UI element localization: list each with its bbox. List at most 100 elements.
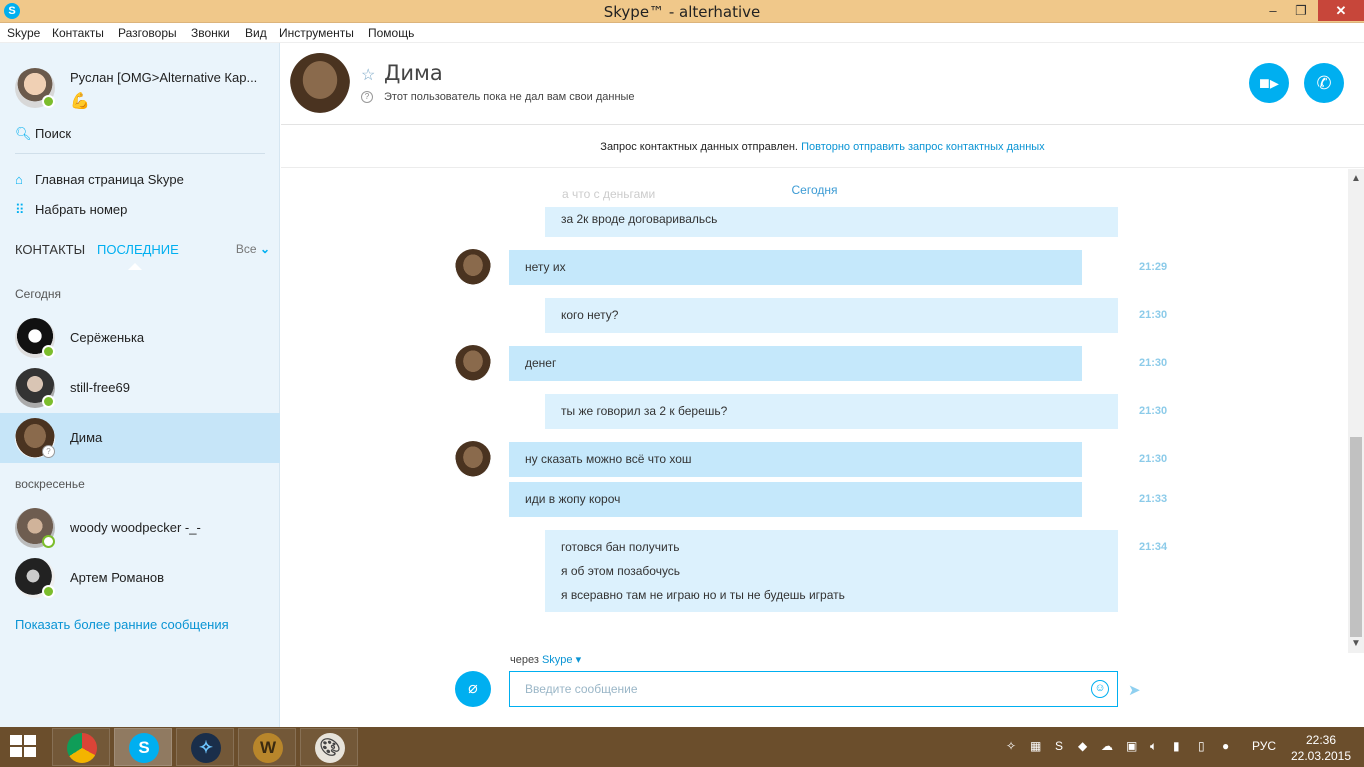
sender-avatar[interactable]	[455, 345, 491, 381]
contact-name: still-free69	[70, 380, 130, 395]
message-bubble-out[interactable]: кого нету?	[545, 298, 1118, 333]
menu-conversations[interactable]: Разговоры	[118, 26, 177, 40]
message-text: я всеравно там не играю но и ты не будеш…	[561, 588, 845, 602]
message-text: кого нету?	[561, 308, 619, 322]
filter-dropdown[interactable]: Все ⌄	[236, 242, 270, 256]
online-status-icon	[42, 345, 55, 358]
message-text: я об этом позабочусь	[561, 564, 681, 578]
nvidia-tray-icon[interactable]: ▣	[1126, 739, 1137, 753]
contact-item[interactable]: Артем Романов	[0, 553, 280, 603]
taskbar-paint[interactable]: 🎨︎	[300, 728, 358, 766]
unknown-status-icon: ?	[361, 91, 373, 103]
clock-date: 22.03.2015	[1290, 749, 1352, 763]
dial-number-link[interactable]: ⠿ Набрать номер	[15, 202, 127, 218]
paint-palette-icon: 🎨︎	[315, 733, 345, 763]
message-text: ну сказать можно всё что хош	[525, 452, 692, 466]
search-label: Поиск	[35, 126, 72, 141]
security-tray-icon[interactable]: ◆	[1078, 739, 1087, 753]
unknown-status-icon: ?	[42, 445, 55, 458]
close-button[interactable]: ✕	[1318, 0, 1364, 21]
contact-item-selected[interactable]: ? Дима	[0, 413, 280, 463]
attach-button[interactable]: ⌀	[455, 671, 491, 707]
action-center-icon[interactable]: ●	[1222, 739, 1229, 753]
minimize-button[interactable]: ‒	[1258, 0, 1288, 21]
tab-contacts[interactable]: КОНТАКТЫ	[15, 242, 85, 257]
tab-recent[interactable]: ПОСЛЕДНИЕ	[97, 242, 179, 257]
menu-contacts[interactable]: Контакты	[52, 26, 104, 40]
message-bubble-out[interactable]: готовся бан получить я об этом позабочус…	[545, 530, 1118, 612]
contact-name-title: Дима	[384, 61, 443, 85]
contact-item[interactable]: woody woodpecker -_-	[0, 503, 280, 553]
signal-icon[interactable]: ▮	[1173, 739, 1180, 753]
cloud-tray-icon[interactable]: ☁	[1101, 739, 1113, 753]
skype-home-link[interactable]: ⌂ Главная страница Skype	[15, 172, 184, 187]
contact-name: Дима	[70, 430, 103, 445]
volume-icon[interactable]: 🔈︎	[1150, 739, 1157, 754]
restore-button[interactable]: ❐	[1286, 0, 1316, 21]
message-history[interactable]: а что с деньгами Сегодня за 2к вроде дог…	[281, 169, 1348, 653]
favorite-star-icon[interactable]: ☆	[361, 65, 375, 85]
start-button[interactable]	[10, 735, 38, 759]
message-text: нету их	[525, 260, 566, 274]
system-clock[interactable]: 22:36 22.03.2015	[1290, 732, 1352, 764]
dial-label: Набрать номер	[35, 202, 128, 217]
via-service[interactable]: Skype	[542, 654, 573, 666]
contact-item[interactable]: Серёженька	[0, 313, 280, 363]
sender-avatar[interactable]	[455, 441, 491, 477]
message-text: ты же говорил за 2 к берешь?	[561, 404, 728, 418]
message-bubble-out[interactable]: ты же говорил за 2 к берешь?	[545, 394, 1118, 429]
resend-request-link[interactable]: Повторно отправить запрос контактных дан…	[801, 141, 1045, 153]
show-earlier-messages-link[interactable]: Показать более ранние сообщения	[15, 617, 229, 632]
input-language-indicator[interactable]: РУС	[1252, 739, 1276, 753]
phone-icon: ✆	[1316, 73, 1332, 93]
menu-calls[interactable]: Звонки	[191, 26, 230, 40]
audio-call-button[interactable]: ✆	[1304, 63, 1344, 103]
message-text: за 2к вроде договаривальсь	[561, 212, 718, 226]
network-tray-icon[interactable]: ▦	[1030, 739, 1041, 753]
send-icon[interactable]: ➤	[1128, 681, 1141, 699]
send-via-selector[interactable]: через Skype ▾	[510, 653, 581, 666]
contact-name: Артем Романов	[70, 570, 165, 585]
menu-tools[interactable]: Инструменты	[279, 26, 354, 40]
menu-view[interactable]: Вид	[245, 26, 267, 40]
taskbar-chrome[interactable]	[52, 728, 110, 766]
chevron-down-icon[interactable]: ▾	[573, 654, 582, 666]
taskbar-world-of-warcraft[interactable]: W	[238, 728, 296, 766]
online-status-icon	[42, 395, 55, 408]
scrollbar-thumb[interactable]	[1350, 437, 1362, 637]
message-text: готовся бан получить	[561, 540, 680, 554]
contact-request-notice: Запрос контактных данных отправлен. Повт…	[281, 126, 1364, 168]
message-time: 21:34	[1139, 541, 1168, 553]
taskbar-skype[interactable]: S	[114, 728, 172, 766]
message-time: 21:30	[1139, 453, 1168, 465]
skype-tray-icon[interactable]: S	[1055, 739, 1063, 753]
message-bubble-in[interactable]: ну сказать можно всё что хош	[509, 442, 1082, 477]
home-icon: ⌂	[15, 172, 23, 187]
chat-scrollbar[interactable]: ▲ ▼	[1348, 169, 1364, 653]
message-bubble-in[interactable]: денег	[509, 346, 1082, 381]
menu-help[interactable]: Помощь	[368, 26, 414, 40]
profile-status-icon[interactable]	[42, 95, 55, 108]
scroll-up-icon[interactable]: ▲	[1351, 173, 1361, 184]
battery-icon[interactable]: ▯	[1198, 739, 1205, 753]
taskbar-battle-net[interactable]: ✧	[176, 728, 234, 766]
menu-bar: Skype Контакты Разговоры Звонки Вид Инст…	[0, 23, 1364, 43]
chrome-icon	[67, 733, 97, 763]
video-camera-icon: ■▸	[1259, 73, 1279, 93]
battle-net-tray-icon[interactable]: ✧	[1006, 739, 1016, 753]
online-status-icon	[42, 585, 55, 598]
scroll-down-icon[interactable]: ▼	[1351, 638, 1361, 649]
message-bubble-in[interactable]: нету их	[509, 250, 1082, 285]
profile-name[interactable]: Руслан [OMG>Alternative Кар...	[70, 70, 270, 85]
contact-avatar[interactable]	[290, 53, 350, 113]
emoticon-icon[interactable]: ☺	[1091, 680, 1109, 698]
message-bubble-in[interactable]: иди в жопу короч	[509, 482, 1082, 517]
message-bubble-out[interactable]: за 2к вроде договаривальсь	[545, 207, 1118, 237]
menu-skype[interactable]: Skype	[7, 26, 40, 40]
search-button[interactable]: 🔍︎ Поиск	[15, 126, 71, 142]
video-call-button[interactable]: ■▸	[1249, 63, 1289, 103]
message-input[interactable]	[509, 671, 1118, 707]
contact-item[interactable]: still-free69	[0, 363, 280, 413]
sender-avatar[interactable]	[455, 249, 491, 285]
message-time: 21:30	[1139, 405, 1168, 417]
